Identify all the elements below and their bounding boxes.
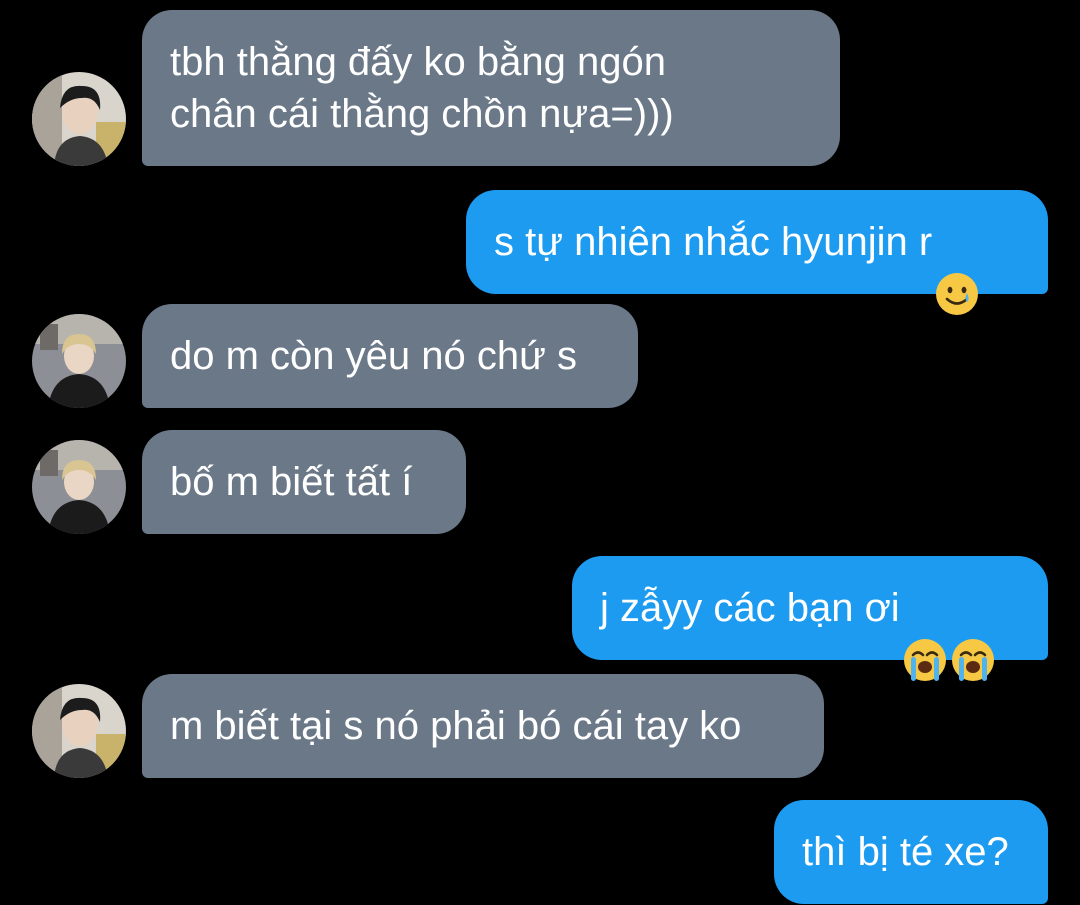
message-text: s tự nhiên nhắc hyunjin r [494,220,933,264]
message-bubble-incoming[interactable]: m biết tại s nó phải bó cái tay ko [142,674,824,778]
message-bubble-outgoing[interactable]: j zẫyy các bạn ơi [572,556,1048,681]
message-text: j zẫyy các bạn ơi [600,586,900,630]
message-text: bố m biết tất í [170,460,413,504]
message-text: tbh thằng đấy ko bằng ngón chân cái thằn… [170,40,674,136]
avatar[interactable] [32,72,126,166]
message-text: thì bị té xe? [802,830,1009,874]
avatar[interactable] [32,684,126,778]
message-bubble-incoming[interactable]: tbh thằng đấy ko bằng ngón chân cái thằn… [142,10,840,166]
loudly-crying-face-icon [950,585,996,681]
message-bubble-incoming[interactable]: do m còn yêu nó chứ s [142,304,638,408]
avatar-icon [32,440,126,534]
message-bubble-incoming[interactable]: bố m biết tất í [142,430,466,534]
message-bubble-outgoing[interactable]: s tự nhiên nhắc hyunjin r [466,190,1048,315]
avatar-icon [32,314,126,408]
avatar[interactable] [32,314,126,408]
message-text: m biết tại s nó phải bó cái tay ko [170,704,742,748]
avatar-icon [32,684,126,778]
message-text: do m còn yêu nó chứ s [170,334,577,378]
avatar[interactable] [32,440,126,534]
smiling-face-with-tear-icon [934,219,980,315]
message-bubble-outgoing[interactable]: thì bị té xe? [774,800,1048,904]
loudly-crying-face-icon [902,585,948,681]
avatar-icon [32,72,126,166]
